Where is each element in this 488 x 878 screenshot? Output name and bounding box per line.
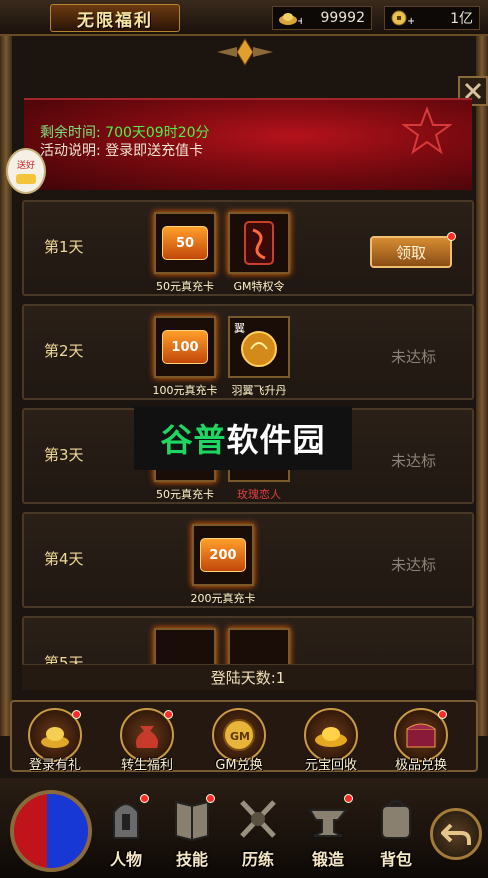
tab-rebirth-welfare[interactable]: 转生福利: [110, 706, 184, 773]
description-label: 活动说明:: [40, 143, 101, 159]
bottom-nav: 人物 技能 历练 锻造 背包: [0, 778, 488, 878]
notification-dot: [344, 794, 353, 803]
nav-character[interactable]: 人物: [96, 792, 156, 876]
watermark-part1: 谷普: [160, 421, 227, 459]
page-title: 无限福利: [77, 10, 153, 31]
item-name: 玫瑰恋人: [237, 488, 281, 501]
item-name: 200元真充卡: [190, 592, 256, 605]
description-value: 登录即送充值卡: [105, 143, 204, 159]
reward-item[interactable]: [154, 628, 216, 668]
reward-item[interactable]: [228, 628, 290, 668]
reward-item-gm-token[interactable]: [228, 212, 290, 274]
reward-item-recharge-card[interactable]: 50: [154, 212, 216, 274]
tab-label: 登录有礼: [28, 758, 81, 773]
reward-item-recharge-card[interactable]: 100: [154, 316, 216, 378]
watermark-part2: 软件园: [226, 421, 326, 459]
tab-label: 转生福利: [120, 758, 173, 773]
tab-label: 极品兑换: [394, 758, 447, 773]
status-not-reached: 未达标: [390, 556, 436, 574]
login-days-text: 登陆天数:1: [210, 669, 286, 687]
notification-dot: [72, 710, 81, 719]
watermark-overlay: 谷普软件园: [134, 406, 352, 470]
backpack-icon: [374, 792, 418, 846]
watermark-text: 谷普软件园: [160, 415, 325, 461]
gift-icon: [16, 173, 36, 184]
wing-tag: 翼: [234, 322, 245, 335]
remaining-time-label: 剩余时间:: [40, 125, 101, 141]
tab-label: 元宝回收: [304, 758, 357, 773]
item-name: GM特权令: [233, 280, 285, 293]
item-name: 羽翼飞升丹: [231, 384, 287, 397]
reward-row-day2: 第2天 100 100元真充卡 翼 羽翼飞升丹 未达标: [22, 304, 474, 400]
tab-premium-exchange[interactable]: 极品兑换: [384, 706, 458, 773]
reward-item-recharge-card[interactable]: 200: [192, 524, 254, 586]
nav-skills[interactable]: 技能: [162, 792, 222, 876]
top-bar: 无限福利 + 99992 + 1亿: [0, 0, 488, 36]
tab-label: GM兑换: [215, 758, 263, 773]
remaining-time-value: 700天09时20分: [105, 125, 210, 141]
mp-half: [47, 794, 88, 868]
star-icon: [402, 106, 452, 155]
notification-dot: [164, 710, 173, 719]
day-label: 第4天: [44, 550, 84, 568]
notification-dot: [447, 232, 456, 241]
dragon-token-icon: [244, 221, 274, 265]
reward-row-day1: 第1天 50 50元真充卡 GM特权令 领取: [22, 200, 474, 296]
login-days-bar: 登陆天数:1: [22, 664, 474, 690]
notification-dot: [206, 794, 215, 803]
side-gift-badge[interactable]: 送好: [6, 148, 46, 194]
reward-row-day5: 第5天: [22, 616, 474, 668]
status-not-reached: 未达标: [390, 452, 436, 470]
frame-left-border: [0, 36, 12, 736]
nav-label: 锻造: [311, 850, 344, 869]
nav-training[interactable]: 历练: [228, 792, 288, 876]
category-tabs: 登录有礼 转生福利 GM GM兑换 元宝回收 极品兑换: [10, 700, 478, 773]
description-line: 活动说明: 登录即送充值卡: [40, 140, 203, 160]
recharge-card-icon: 100: [162, 330, 208, 364]
day-label: 第1天: [44, 238, 84, 256]
coin-value: 1亿: [450, 11, 473, 27]
event-banner: 剩余时间: 700天09时20分 活动说明: 登录即送充值卡: [24, 98, 472, 190]
return-arrow-icon: [441, 823, 471, 845]
frame-right-border: [476, 36, 488, 736]
claim-button[interactable]: 领取: [370, 236, 452, 268]
nav-label: 背包: [379, 850, 412, 869]
top-ornament-icon: [200, 36, 290, 68]
notification-dot: [140, 794, 149, 803]
nav-label: 历练: [241, 850, 274, 869]
day-label: 第2天: [44, 342, 84, 360]
svg-text:GM: GM: [230, 730, 250, 743]
ingot-value: 99992: [320, 10, 365, 26]
title-plate: 无限福利: [50, 4, 180, 32]
reward-item-wing-pill[interactable]: 翼: [228, 316, 290, 378]
coin-plus-icon[interactable]: +: [389, 8, 415, 28]
claim-button-label: 领取: [395, 243, 426, 262]
reward-row-day4: 第4天 200 200元真充卡 未达标: [22, 512, 474, 608]
remaining-time-line: 剩余时间: 700天09时20分: [40, 122, 210, 142]
coin-counter: + 1亿: [384, 6, 480, 30]
back-button[interactable]: [430, 808, 482, 860]
nav-backpack[interactable]: 背包: [366, 792, 426, 876]
tab-login-gift[interactable]: 登录有礼: [18, 706, 92, 773]
nav-label: 技能: [175, 850, 208, 869]
notification-dot: [438, 710, 447, 719]
tab-gm-exchange[interactable]: GM GM兑换: [202, 706, 276, 773]
side-badge-label: 送好: [16, 160, 35, 171]
recharge-card-icon: 50: [162, 226, 208, 260]
day-label: 第3天: [44, 446, 84, 464]
svg-text:+: +: [297, 16, 302, 27]
recharge-card-icon: 200: [200, 538, 246, 572]
status-not-reached: 未达标: [390, 348, 436, 366]
crossed-swords-icon: [236, 792, 280, 846]
nav-label: 人物: [109, 850, 142, 869]
ingot-counter: + 99992: [272, 6, 372, 30]
ingot-plus-icon[interactable]: +: [277, 8, 303, 28]
tab-ingot-recycle[interactable]: 元宝回收: [294, 706, 368, 773]
svg-text:+: +: [407, 16, 414, 27]
hp-mp-orb[interactable]: [10, 790, 92, 872]
nav-forging[interactable]: 锻造: [298, 792, 358, 876]
